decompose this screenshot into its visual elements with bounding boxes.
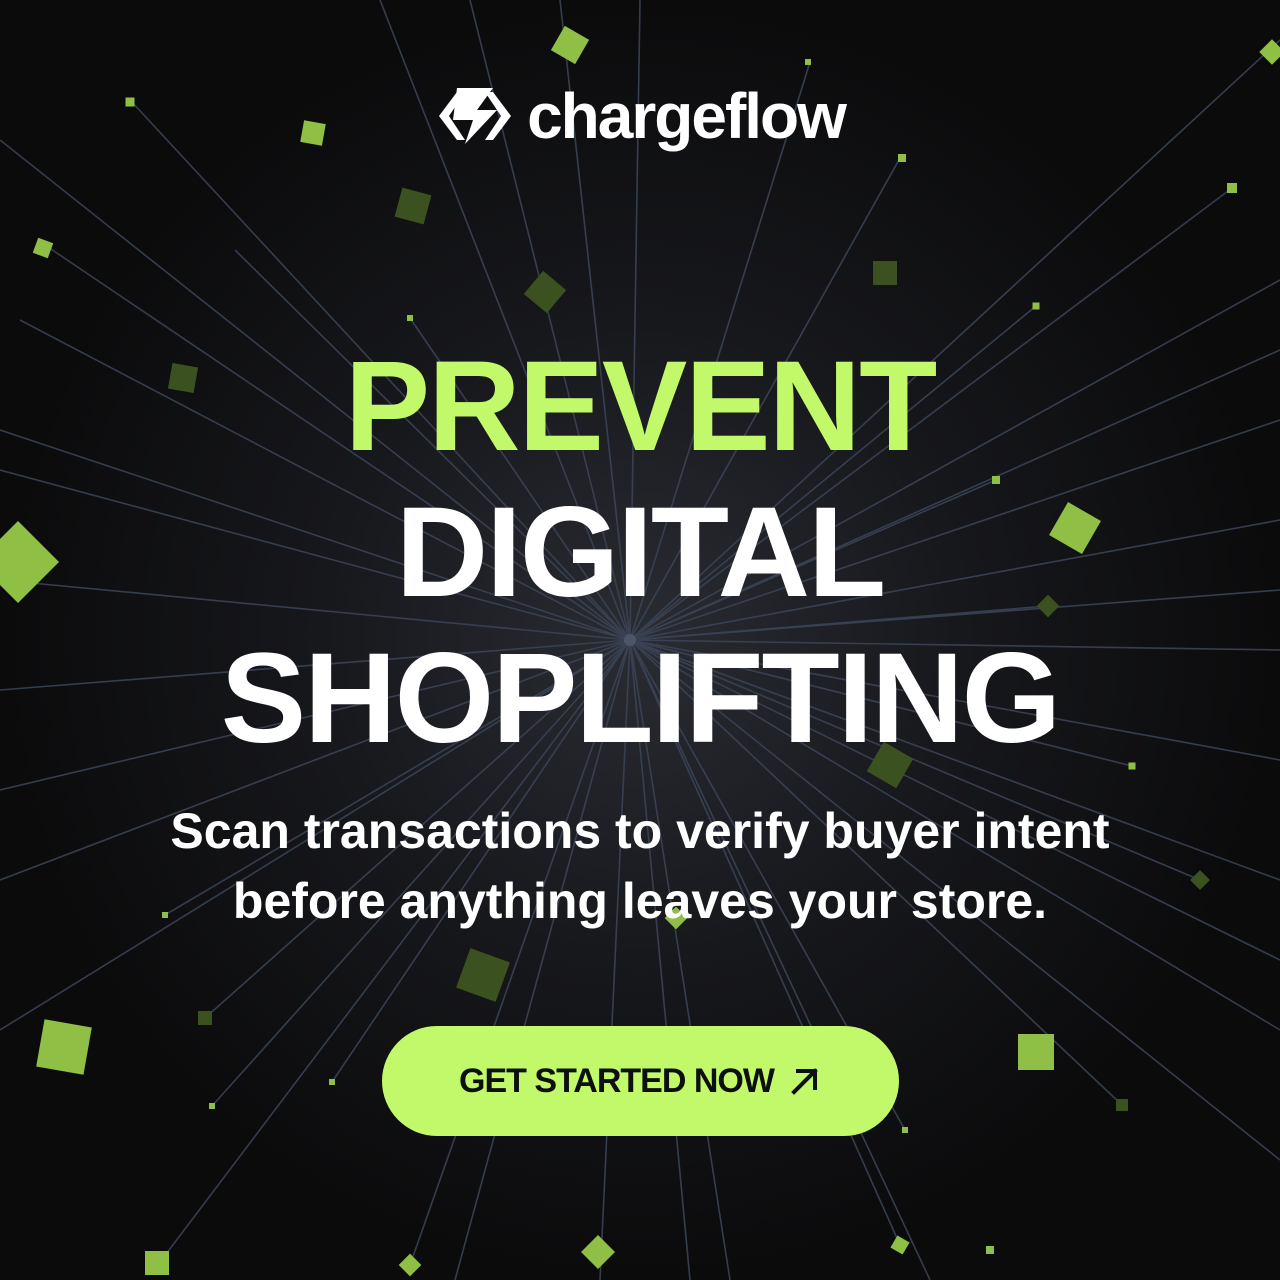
- decorative-square: [145, 1251, 169, 1275]
- decorative-square: [873, 261, 897, 285]
- decorative-square: [1018, 1034, 1054, 1070]
- decorative-square: [407, 315, 413, 321]
- decorative-square: [890, 1235, 910, 1255]
- decorative-square: [32, 237, 54, 259]
- decorative-square: [1116, 1099, 1128, 1111]
- decorative-square: [329, 1079, 335, 1085]
- headline-line-3: SHOPLIFTING: [220, 627, 1061, 770]
- subtitle-line-1: Scan transactions to verify buyer intent: [170, 803, 1110, 859]
- decorative-square: [1128, 762, 1136, 770]
- brand-name: chargeflow: [527, 80, 847, 152]
- get-started-label: GET STARTED NOW: [459, 1061, 775, 1100]
- subtitle: Scan transactions to verify buyer intent…: [0, 796, 1280, 936]
- decorative-square: [1227, 183, 1237, 193]
- headline-line-2: DIGITAL: [395, 481, 886, 624]
- decorative-square: [36, 1019, 92, 1075]
- decorative-square: [898, 154, 906, 162]
- decorative-square: [523, 270, 567, 314]
- decorative-square: [805, 59, 811, 65]
- decorative-square: [992, 476, 1000, 484]
- get-started-button[interactable]: GET STARTED NOW: [382, 1026, 899, 1136]
- decorative-square: [902, 1127, 908, 1133]
- ad-banner: chargeflow PREVENT DIGITAL SHOPLIFTING S…: [0, 0, 1280, 1280]
- decorative-square: [986, 1246, 994, 1254]
- brand-logo: chargeflow: [0, 84, 1280, 148]
- decorative-square: [394, 187, 432, 225]
- arrow-up-right-icon: [791, 1068, 818, 1095]
- decorative-square: [398, 1253, 422, 1277]
- decorative-square: [550, 25, 590, 65]
- headline-line-1: PREVENT: [344, 335, 938, 478]
- decorative-square: [1032, 302, 1040, 310]
- subtitle-line-2: before anything leaves your store.: [232, 873, 1048, 929]
- decorative-square: [198, 1011, 212, 1025]
- decorative-square: [209, 1103, 215, 1109]
- decorative-square: [456, 948, 510, 1002]
- decorative-square: [581, 1235, 615, 1269]
- chargeflow-logo-icon: [439, 88, 512, 144]
